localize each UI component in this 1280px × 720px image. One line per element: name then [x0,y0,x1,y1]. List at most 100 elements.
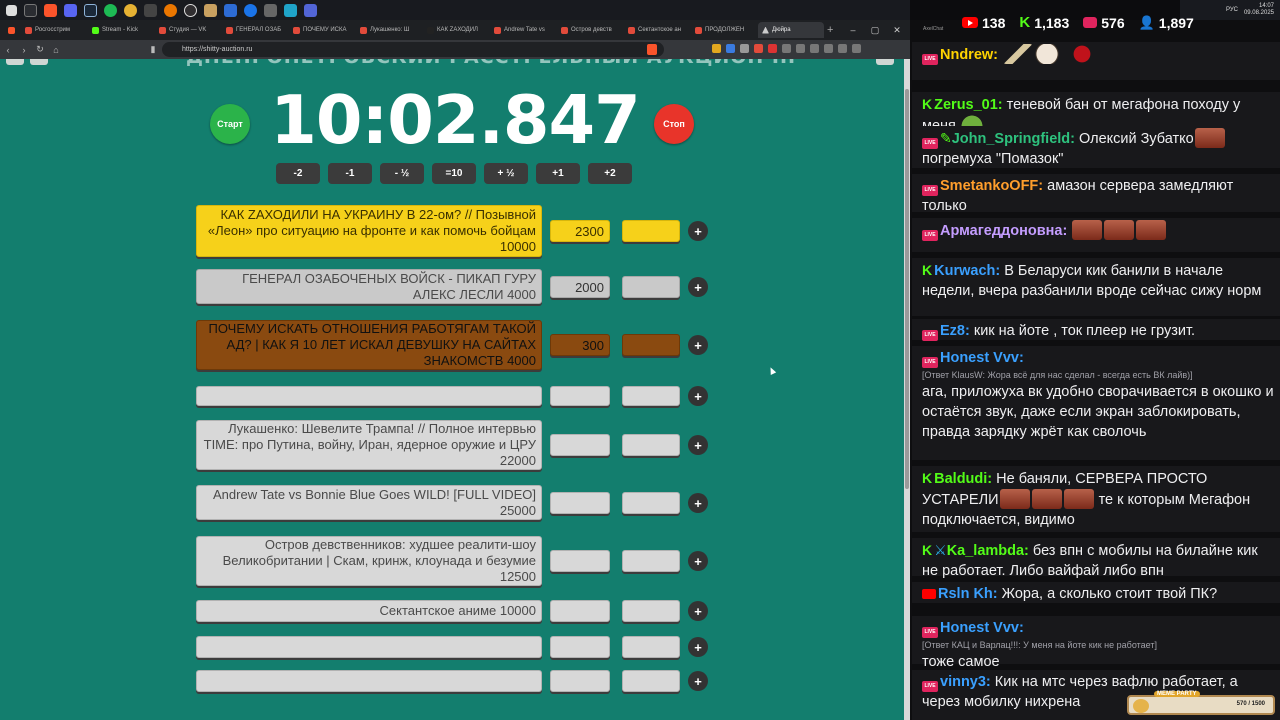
corner-button[interactable] [876,59,894,65]
lot-add-button[interactable]: + [688,335,708,355]
time-minus-1-button[interactable]: -1 [328,163,372,184]
download-icon[interactable] [810,44,819,53]
lot-amount-field[interactable] [550,550,610,572]
time-plus-2-button[interactable]: +2 [588,163,632,184]
lot-add-amount-input[interactable] [622,670,680,692]
browser-tab[interactable]: Студия — VK [155,22,221,38]
blender-icon[interactable] [164,3,177,17]
extension-icon[interactable] [740,44,749,53]
extension-icon[interactable] [768,44,777,53]
stop-button[interactable]: Стоп [654,104,694,144]
url-bar[interactable]: https://shitty-auction.ru [162,42,664,57]
lot-name-field[interactable] [196,386,542,406]
lot-name-field[interactable] [196,636,542,658]
browser-menu-tab[interactable] [4,22,20,38]
lot-amount-field[interactable] [550,386,610,406]
lot-name-field[interactable]: Сектантское аниме 10000 [196,600,542,622]
chat-username[interactable]: Honest Vvv: [940,620,1024,636]
lot-add-amount-input[interactable] [622,636,680,658]
lot-amount-field[interactable] [550,600,610,622]
obs-icon[interactable] [184,3,197,17]
lot-add-button[interactable]: + [688,386,708,406]
browser-tab[interactable]: КАК ZАХОДИЛ [423,22,489,38]
chat-username[interactable]: Ez8: [940,323,970,339]
app-icon[interactable] [204,3,217,17]
lot-amount-field[interactable] [550,636,610,658]
time-set-10-button[interactable]: =10 [432,163,476,184]
lot-add-amount-input[interactable] [622,492,680,514]
lot-add-amount-input[interactable] [622,334,680,356]
browser-tab[interactable]: Лукашенко: Ш [356,22,422,38]
search-icon[interactable] [24,3,37,17]
reload-icon[interactable]: ↻ [32,44,48,55]
steam-icon[interactable] [84,3,97,17]
lot-add-button[interactable]: + [688,435,708,455]
chat-username[interactable]: SmetankoOFF: [940,178,1043,194]
lot-add-button[interactable]: + [688,601,708,621]
chat-username[interactable]: Kurwach: [934,263,1000,279]
menu-button[interactable] [30,59,48,65]
time-plus-1-button[interactable]: +1 [536,163,580,184]
close-button[interactable]: ✕ [886,20,908,40]
chat-username[interactable]: Baldudi: [934,471,992,487]
chat-username[interactable]: Rsln Kh: [938,586,998,602]
extension-icon[interactable] [824,44,833,53]
browser-tab[interactable]: Andrew Tate vs [490,22,556,38]
lot-name-field[interactable] [196,670,542,692]
extension-icon[interactable] [754,44,763,53]
browser-tab[interactable]: ГЕНЕРАЛ ОЗАБ [222,22,288,38]
brave-shield-icon[interactable] [647,44,657,55]
time-minus-2-button[interactable]: -2 [276,163,320,184]
menu-icon[interactable] [852,44,861,53]
browser-tab[interactable]: Дюйра [758,22,824,38]
app-icon[interactable] [284,3,297,17]
windows-start-icon[interactable] [6,4,17,16]
lot-name-field[interactable]: Лукашенко: Шевелите Трампа! // Полное ин… [196,420,542,470]
minimize-button[interactable]: – [842,20,864,40]
chat-username[interactable]: John_Springfield: [952,131,1075,147]
chat-username[interactable]: Nndrew: [940,47,998,63]
chrome-icon[interactable] [124,3,137,17]
lot-add-amount-input[interactable] [622,434,680,456]
lot-amount-field[interactable] [550,670,610,692]
lot-name-field[interactable]: Andrew Tate vs Bonnie Blue Goes WILD! [F… [196,485,542,520]
maximize-button[interactable]: ▢ [864,20,886,40]
lot-amount-field[interactable]: 300 [550,334,610,356]
spotify-icon[interactable] [104,3,117,17]
extension-icon[interactable] [796,44,805,53]
lot-amount-field[interactable] [550,492,610,514]
lot-add-button[interactable]: + [688,277,708,297]
chat-username[interactable]: Zerus_01: [934,97,1003,113]
lot-add-amount-input[interactable] [622,220,680,242]
time-minus-half-button[interactable]: - ½ [380,163,424,184]
chat-username[interactable]: Армагеддоновна: [940,223,1067,239]
lot-add-amount-input[interactable] [622,276,680,298]
lot-add-amount-input[interactable] [622,386,680,406]
app-icon[interactable] [304,3,317,17]
lot-amount-field[interactable]: 2000 [550,276,610,298]
language-indicator[interactable]: РУС [1226,7,1238,13]
discord-icon[interactable] [64,3,77,17]
lot-add-button[interactable]: + [688,493,708,513]
time-plus-half-button[interactable]: + ½ [484,163,528,184]
lot-add-button[interactable]: + [688,637,708,657]
settings-button[interactable] [6,59,24,65]
brave-icon[interactable] [44,3,57,17]
lot-name-field[interactable]: КАК ZАХОДИЛИ НА УКРАИНУ В 22-ом? // Позы… [196,205,542,257]
app-icon[interactable] [264,3,277,17]
lot-add-amount-input[interactable] [622,550,680,572]
lot-add-button[interactable]: + [688,671,708,691]
lot-name-field[interactable]: ПОЧЕМУ ИСКАТЬ ОТНОШЕНИЯ РАБОТЯГАМ ТАКОЙ … [196,320,542,370]
home-icon[interactable]: ⌂ [48,45,64,55]
start-button[interactable]: Старт [210,104,250,144]
chat-username[interactable]: vinny3: [940,674,991,690]
chat-username[interactable]: Ka_lambda: [947,543,1029,559]
lot-add-button[interactable]: + [688,221,708,241]
app-icon[interactable] [144,3,157,17]
lot-name-field[interactable]: ГЕНЕРАЛ ОЗАБОЧЕНЫХ ВОЙСК - ПИКАП ГУРУ АЛ… [196,269,542,304]
app-icon[interactable] [244,3,257,17]
clock[interactable]: 14:07 09.08.2025 [1244,3,1274,17]
new-tab-button[interactable]: + [827,24,833,36]
browser-tab[interactable]: Сектантское ан [624,22,690,38]
lot-name-field[interactable]: Остров девственников: худшее реалити-шоу… [196,536,542,586]
